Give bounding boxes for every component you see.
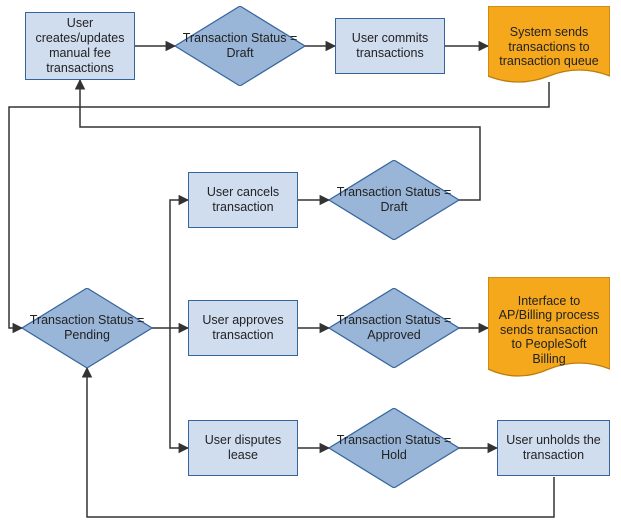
step-cancel-transaction: User cancels transaction: [188, 172, 298, 228]
decision-status-approved: Transaction Status = Approved: [329, 288, 459, 368]
step-commit-transactions: User commits transactions: [335, 18, 445, 74]
decision-label: Transaction Status = Approved: [337, 313, 452, 342]
doc-interface-billing: Interface to AP/Billing process sends tr…: [488, 277, 610, 383]
decision-label: Transaction Status = Draft: [337, 185, 452, 214]
step-label: User commits transactions: [342, 31, 438, 61]
decision-label: Transaction Status = Hold: [337, 433, 452, 462]
step-create-manual-fee: User creates/updates manual fee transact…: [25, 12, 135, 80]
step-label: User cancels transaction: [195, 185, 291, 215]
step-label: User approves transaction: [195, 313, 291, 343]
step-approve-transaction: User approves transaction: [188, 300, 298, 356]
step-dispute-lease: User disputes lease: [188, 420, 298, 476]
doc-label: System sends transactions to transaction…: [499, 25, 598, 68]
decision-label: Transaction Status = Pending: [30, 313, 145, 342]
step-label: User creates/updates manual fee transact…: [32, 16, 128, 76]
decision-status-draft: Transaction Status = Draft: [175, 6, 305, 86]
decision-label: Transaction Status = Draft: [183, 31, 298, 60]
doc-label: Interface to AP/Billing process sends tr…: [499, 294, 600, 366]
decision-status-pending: Transaction Status = Pending: [22, 288, 152, 368]
decision-status-hold: Transaction Status = Hold: [329, 408, 459, 488]
doc-send-to-queue: System sends transactions to transaction…: [488, 6, 610, 88]
step-unhold-transaction: User unholds the transaction: [497, 420, 610, 476]
decision-cancel-status-draft: Transaction Status = Draft: [329, 160, 459, 240]
step-label: User disputes lease: [195, 433, 291, 463]
step-label: User unholds the transaction: [504, 433, 603, 463]
